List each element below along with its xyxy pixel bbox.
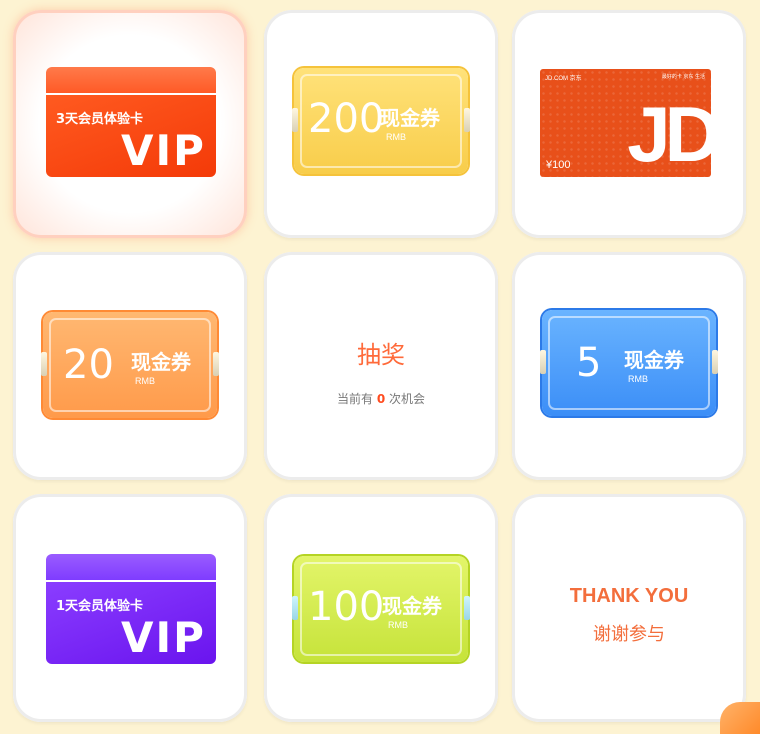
vip-days-label: 3天会员体验卡 xyxy=(56,112,144,127)
vip-label: VIP xyxy=(121,613,206,662)
coupon-amount: 20 xyxy=(63,342,114,388)
prize-cell-100-coupon: 100 现金券 RMB xyxy=(264,494,498,722)
coupon-amount: 200 xyxy=(308,96,385,142)
coupon-word: 现金券 xyxy=(624,348,684,372)
draw-chances: 当前有 0 次机会 xyxy=(264,390,498,407)
coupon-word: 现金券 xyxy=(380,106,440,130)
vip-label: VIP xyxy=(121,126,206,175)
coupon-200: 200 现金券 RMB xyxy=(292,68,470,174)
coupon-100: 100 现金券 RMB xyxy=(292,556,470,662)
chances-prefix: 当前有 xyxy=(336,392,373,406)
lottery-board: 3天会员体验卡 VIP 200 现金券 RMB JD.COM 京东 最好的卡 京… xyxy=(0,0,760,734)
chances-count: 0 xyxy=(376,392,386,406)
coupon-currency: RMB xyxy=(388,620,408,630)
prize-cell-1day-vip: 1天会员体验卡 VIP xyxy=(13,494,247,722)
thank-you-en: THANK YOU xyxy=(569,585,689,607)
coupon-amount: 5 xyxy=(576,340,602,386)
thank-you-cn: 谢谢参与 xyxy=(593,624,665,645)
prize-cell-thank-you: THANK YOU 谢谢参与 xyxy=(512,494,746,722)
draw-title: 抽奖 xyxy=(357,341,405,369)
prize-cell-3day-vip: 3天会员体验卡 VIP xyxy=(13,10,247,238)
prize-cell-jd-card: JD.COM 京东 最好的卡 京东 生活 JD ¥100 xyxy=(512,10,746,238)
coupon-currency: RMB xyxy=(386,132,406,142)
prize-cell-20-coupon: 20 现金券 RMB xyxy=(13,252,247,480)
jd-slogan: 最好的卡 京东 生活 xyxy=(661,74,705,80)
coupon-5: 5 现金券 RMB xyxy=(540,310,718,416)
coupon-currency: RMB xyxy=(135,376,155,386)
vip-days-label: 1天会员体验卡 xyxy=(56,599,144,614)
jd-price: ¥100 xyxy=(546,159,571,171)
coupon-currency: RMB xyxy=(628,374,648,384)
prize-cell-5-coupon: 5 现金券 RMB xyxy=(512,252,746,480)
corner-decoration xyxy=(720,702,760,734)
coupon-20: 20 现金券 RMB xyxy=(41,312,219,418)
jd-big-logo: JD xyxy=(627,90,711,177)
coupon-amount: 100 xyxy=(308,584,385,630)
draw-button[interactable]: 抽奖 当前有 0 次机会 xyxy=(264,252,498,480)
jd-logo: JD.COM 京东 xyxy=(545,76,582,82)
coupon-word: 现金券 xyxy=(382,594,442,618)
jd-gift-card: JD.COM 京东 最好的卡 京东 生活 JD ¥100 xyxy=(540,69,711,177)
chances-suffix: 次机会 xyxy=(389,392,426,406)
prize-cell-200-coupon: 200 现金券 RMB xyxy=(264,10,498,238)
coupon-word: 现金券 xyxy=(131,350,191,374)
